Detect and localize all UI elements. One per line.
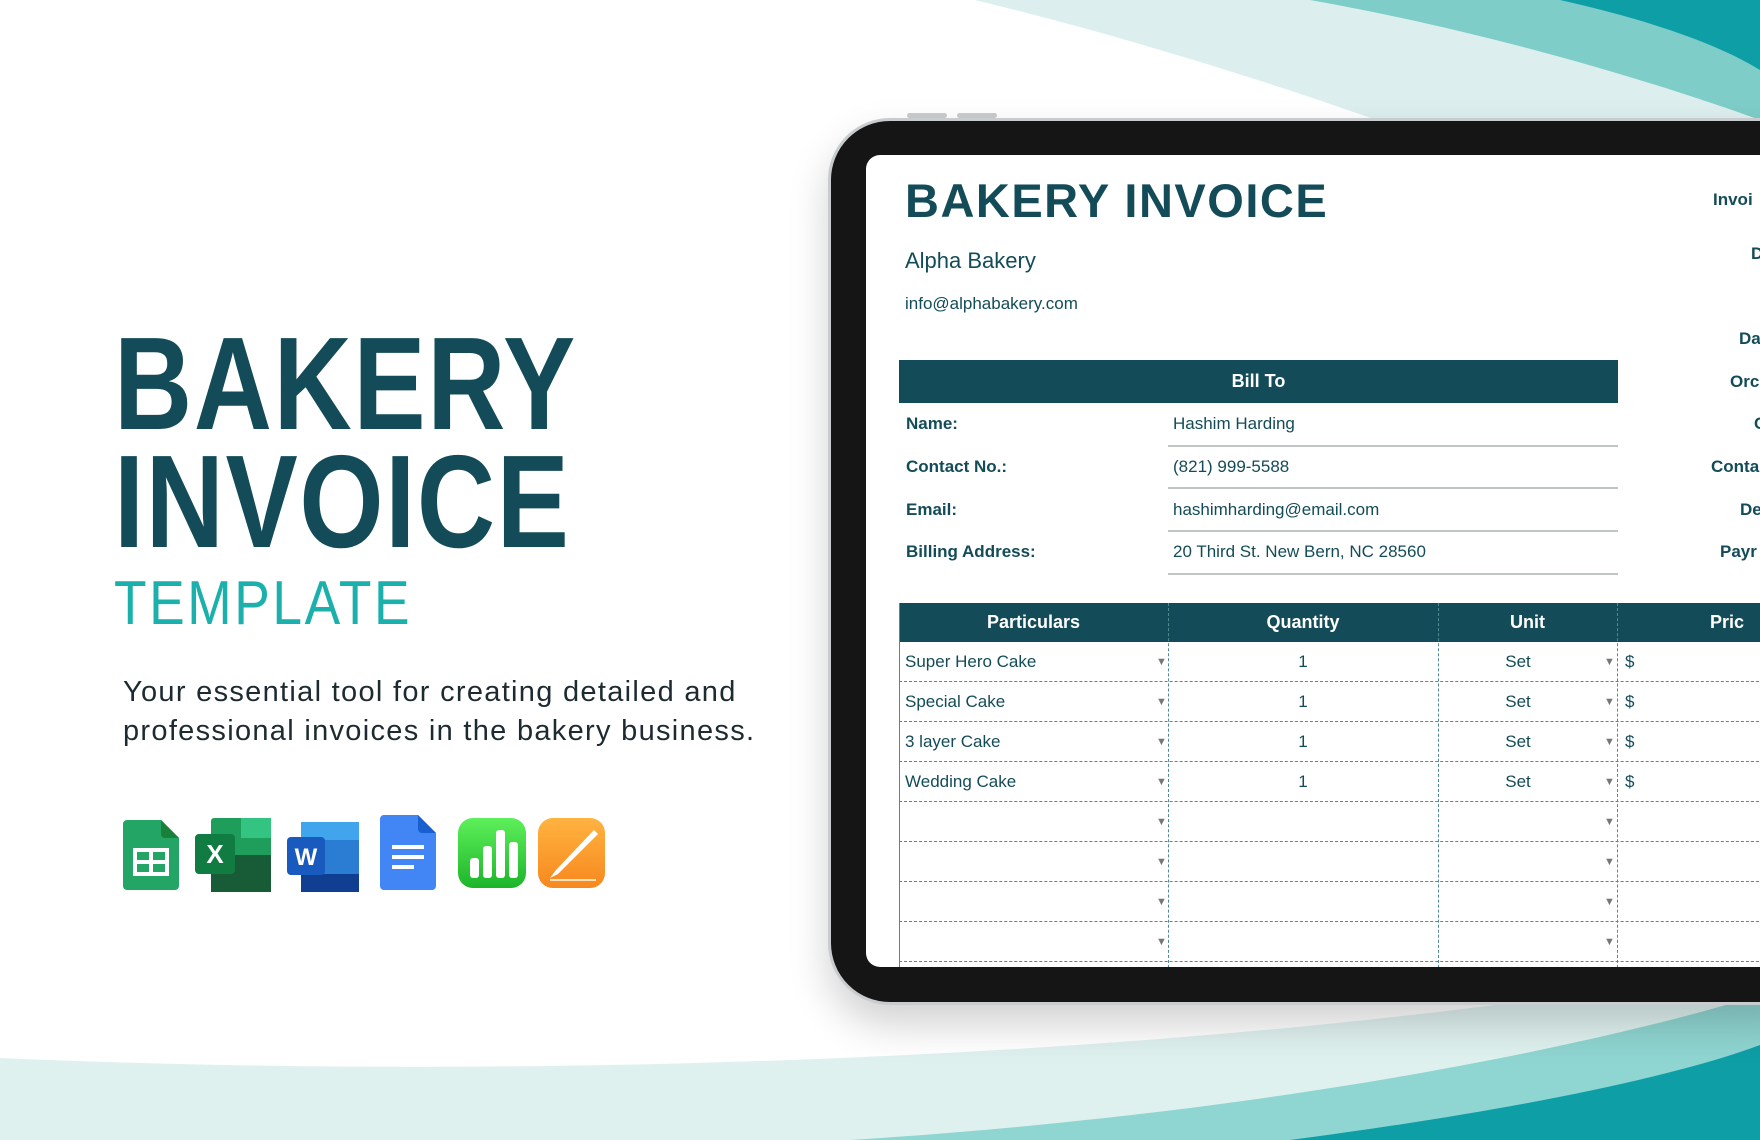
dropdown-arrow-icon[interactable]: ▼ [1604, 922, 1615, 962]
billing-address-label: Billing Address: [906, 542, 1036, 561]
right-label: Orc [1730, 372, 1760, 391]
right-label: D [1751, 244, 1760, 263]
particular-cell[interactable]: Super Hero Cake [905, 642, 1036, 682]
dropdown-arrow-icon[interactable]: ▼ [1604, 802, 1615, 842]
right-label: C [1754, 414, 1760, 434]
divider [1168, 573, 1618, 575]
numbers-icon [458, 818, 526, 888]
column-divider [1617, 603, 1618, 967]
table-row [899, 802, 1760, 842]
price-cell[interactable]: $ [1625, 762, 1634, 802]
invoice-screen: BAKERY INVOICE Alpha Bakery info@alphaba… [866, 155, 1760, 967]
particular-cell[interactable]: 3 layer Cake [905, 722, 1000, 762]
dropdown-arrow-icon[interactable]: ▼ [1604, 842, 1615, 882]
unit-cell[interactable]: Set [1438, 642, 1598, 682]
dropdown-arrow-icon[interactable]: ▼ [1156, 842, 1167, 882]
divider [1168, 487, 1618, 489]
column-divider [1438, 603, 1439, 967]
email-label: Email: [906, 500, 958, 519]
contact-label: Contact No.: [906, 457, 1008, 476]
quantity-cell[interactable]: 1 [1168, 762, 1438, 802]
google-docs-icon [380, 815, 436, 890]
dropdown-arrow-icon[interactable]: ▼ [1156, 642, 1167, 682]
column-header-price: Pric [1709, 612, 1745, 632]
right-label: De [1740, 500, 1760, 519]
dropdown-arrow-icon[interactable]: ▼ [1604, 682, 1615, 722]
price-cell[interactable]: $ [1625, 722, 1634, 762]
promo-subtitle: TEMPLATE [114, 569, 413, 638]
column-header-particulars: Particulars [986, 612, 1081, 632]
right-label: Invoi [1713, 190, 1753, 209]
dropdown-arrow-icon[interactable]: ▼ [1156, 922, 1167, 962]
particular-cell[interactable]: Special Cake [905, 682, 1005, 722]
particular-cell[interactable]: Wedding Cake [905, 762, 1016, 802]
column-header-quantity: Quantity [1266, 612, 1340, 632]
right-label: Da [1739, 329, 1760, 348]
price-cell[interactable]: $ [1625, 682, 1634, 722]
dropdown-arrow-icon[interactable]: ▼ [1604, 722, 1615, 762]
right-label: Conta [1711, 457, 1760, 476]
pages-icon [538, 818, 605, 888]
table-row [899, 922, 1760, 962]
company-name: Alpha Bakery [905, 248, 1036, 273]
name-label: Name: [906, 414, 958, 433]
svg-text:X: X [206, 839, 224, 869]
column-divider [1168, 603, 1169, 967]
table-row [899, 882, 1760, 922]
dropdown-arrow-icon[interactable]: ▼ [1156, 802, 1167, 842]
divider [1168, 445, 1618, 447]
dropdown-arrow-icon[interactable]: ▼ [1156, 882, 1167, 922]
bill-to-header: Bill To [899, 360, 1618, 403]
google-sheets-icon [123, 820, 179, 890]
dropdown-arrow-icon[interactable]: ▼ [1604, 762, 1615, 802]
unit-cell[interactable]: Set [1438, 722, 1598, 762]
unit-cell[interactable]: Set [1438, 682, 1598, 722]
dropdown-arrow-icon[interactable]: ▼ [1156, 682, 1167, 722]
price-cell[interactable]: $ [1625, 642, 1634, 682]
column-header-unit: Unit [1510, 612, 1545, 632]
column-divider [899, 603, 900, 967]
name-field[interactable]: Hashim Harding [1173, 414, 1295, 434]
dropdown-arrow-icon[interactable]: ▼ [1604, 882, 1615, 922]
right-label: Payr [1720, 542, 1757, 561]
contact-field[interactable]: (821) 999-5588 [1173, 457, 1289, 477]
invoice-title: BAKERY INVOICE [905, 174, 1329, 227]
dropdown-arrow-icon[interactable]: ▼ [1156, 722, 1167, 762]
quantity-cell[interactable]: 1 [1168, 722, 1438, 762]
word-icon: W [287, 822, 359, 892]
svg-text:W: W [295, 844, 318, 871]
divider [1168, 530, 1618, 532]
promo-description-line2: professional invoices in the bakery busi… [123, 715, 756, 747]
unit-cell[interactable]: Set [1438, 762, 1598, 802]
quantity-cell[interactable]: 1 [1168, 682, 1438, 722]
company-email: info@alphabakery.com [905, 294, 1078, 313]
table-row [899, 842, 1760, 882]
billing-address-field[interactable]: 20 Third St. New Bern, NC 28560 [1173, 542, 1426, 562]
dropdown-arrow-icon[interactable]: ▼ [1604, 642, 1615, 682]
dropdown-arrow-icon[interactable]: ▼ [1156, 762, 1167, 802]
email-field[interactable]: hashimharding@email.com [1173, 500, 1379, 520]
quantity-cell[interactable]: 1 [1168, 642, 1438, 682]
promo-title-line2: INVOICE [114, 428, 571, 575]
promo-description-line1: Your essential tool for creating detaile… [123, 676, 737, 708]
excel-icon: X [195, 818, 271, 892]
